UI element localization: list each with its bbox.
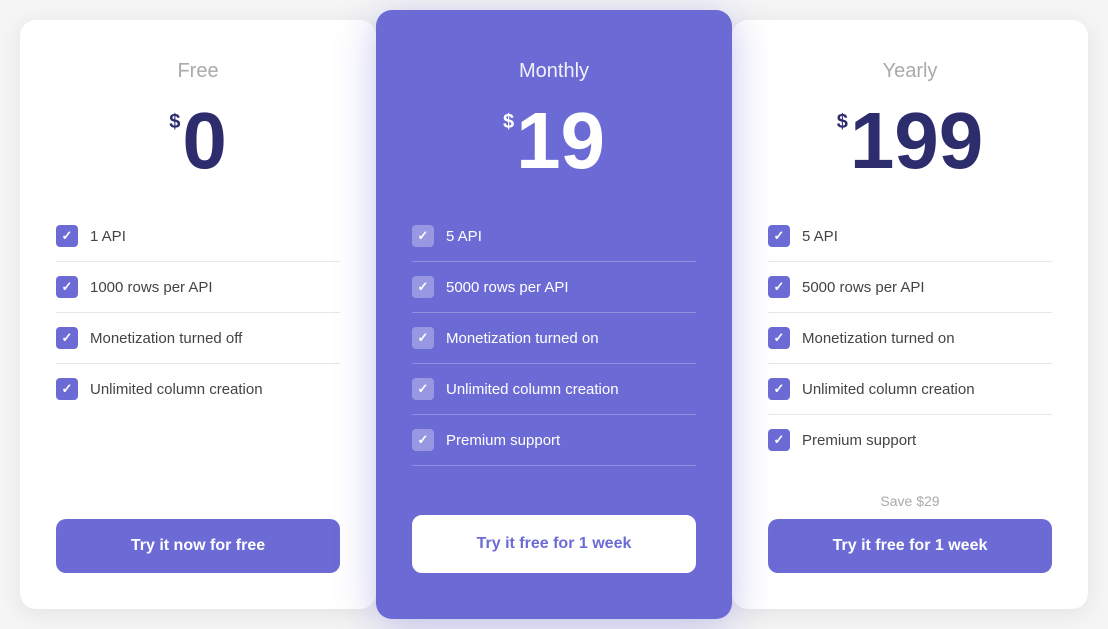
feature-label: Monetization turned on <box>446 330 599 347</box>
check-icon <box>768 429 790 451</box>
feature-label: 5000 rows per API <box>446 279 569 296</box>
feature-label: 5 API <box>446 228 482 245</box>
features-list-free: 1 API 1000 rows per API Monetization turne… <box>56 211 340 491</box>
check-icon <box>412 429 434 451</box>
plan-card-monthly: Monthly $19 5 API 5000 rows per API Monetiza… <box>376 10 732 619</box>
price-number-free: 0 <box>182 101 227 181</box>
price-number-monthly: 19 <box>516 101 605 181</box>
check-icon <box>412 276 434 298</box>
price-symbol-monthly: $ <box>503 111 514 134</box>
list-item: 5000 rows per API <box>768 262 1052 313</box>
price-wrapper-monthly: $19 <box>412 101 696 181</box>
list-item: 1000 rows per API <box>56 262 340 313</box>
check-icon <box>768 378 790 400</box>
pricing-container: Free $0 1 API 1000 rows per API Monetization… <box>20 20 1088 609</box>
feature-label: Unlimited column creation <box>802 381 975 398</box>
feature-label: Premium support <box>802 432 916 449</box>
feature-label: 1000 rows per API <box>90 279 213 296</box>
check-icon <box>56 378 78 400</box>
plan-name-yearly: Yearly <box>768 60 1052 83</box>
cta-button-yearly[interactable]: Try it free for 1 week <box>768 519 1052 573</box>
list-item: Monetization turned on <box>768 313 1052 364</box>
price-symbol-free: $ <box>169 111 180 134</box>
list-item: Unlimited column creation <box>56 364 340 414</box>
plan-card-yearly: Yearly $199 5 API 5000 rows per API Monetiza… <box>732 20 1088 609</box>
list-item: 1 API <box>56 211 340 262</box>
feature-label: Unlimited column creation <box>90 381 263 398</box>
feature-label: 5000 rows per API <box>802 279 925 296</box>
cta-button-monthly[interactable]: Try it free for 1 week <box>412 515 696 573</box>
plan-name-monthly: Monthly <box>412 60 696 83</box>
list-item: 5 API <box>768 211 1052 262</box>
check-icon <box>768 327 790 349</box>
feature-label: Premium support <box>446 432 560 449</box>
plan-name-free: Free <box>56 60 340 83</box>
list-item: Premium support <box>412 415 696 466</box>
list-item: Premium support <box>768 415 1052 465</box>
check-icon <box>56 276 78 298</box>
check-icon <box>56 327 78 349</box>
list-item: Monetization turned on <box>412 313 696 364</box>
price-number-yearly: 199 <box>850 101 983 181</box>
check-icon <box>412 378 434 400</box>
price-wrapper-yearly: $199 <box>768 101 1052 181</box>
feature-label: 1 API <box>90 228 126 245</box>
list-item: 5 API <box>412 211 696 262</box>
cta-button-free[interactable]: Try it now for free <box>56 519 340 573</box>
check-icon <box>768 225 790 247</box>
feature-label: Unlimited column creation <box>446 381 619 398</box>
features-list-yearly: 5 API 5000 rows per API Monetization turne… <box>768 211 1052 465</box>
price-symbol-yearly: $ <box>837 111 848 134</box>
features-list-monthly: 5 API 5000 rows per API Monetization turne… <box>412 211 696 487</box>
list-item: Unlimited column creation <box>768 364 1052 415</box>
list-item: 5000 rows per API <box>412 262 696 313</box>
price-wrapper-free: $0 <box>56 101 340 181</box>
check-icon <box>56 225 78 247</box>
check-icon <box>412 225 434 247</box>
feature-label: Monetization turned off <box>90 330 242 347</box>
feature-label: Monetization turned on <box>802 330 955 347</box>
feature-label: 5 API <box>802 228 838 245</box>
list-item: Monetization turned off <box>56 313 340 364</box>
save-text-yearly: Save $29 <box>768 493 1052 509</box>
plan-card-free: Free $0 1 API 1000 rows per API Monetization… <box>20 20 376 609</box>
check-icon <box>768 276 790 298</box>
list-item: Unlimited column creation <box>412 364 696 415</box>
check-icon <box>412 327 434 349</box>
